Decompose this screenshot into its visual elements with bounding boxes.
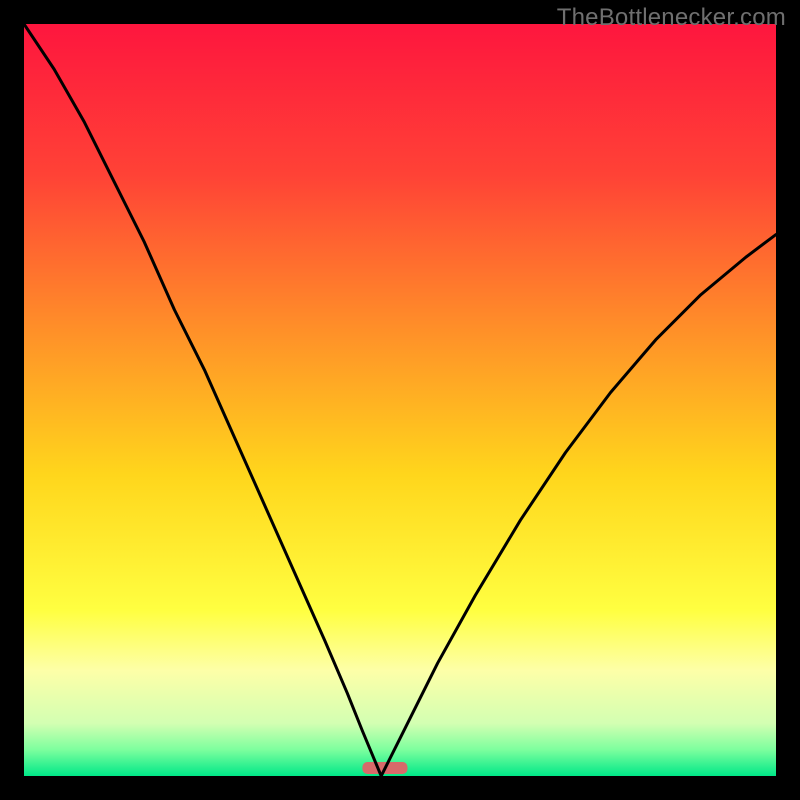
gradient-background (24, 24, 776, 776)
plot-area (24, 24, 776, 776)
chart-stage: TheBottlenecker.com (0, 0, 800, 800)
watermark-text: TheBottlenecker.com (557, 4, 786, 32)
chart-svg (24, 24, 776, 776)
